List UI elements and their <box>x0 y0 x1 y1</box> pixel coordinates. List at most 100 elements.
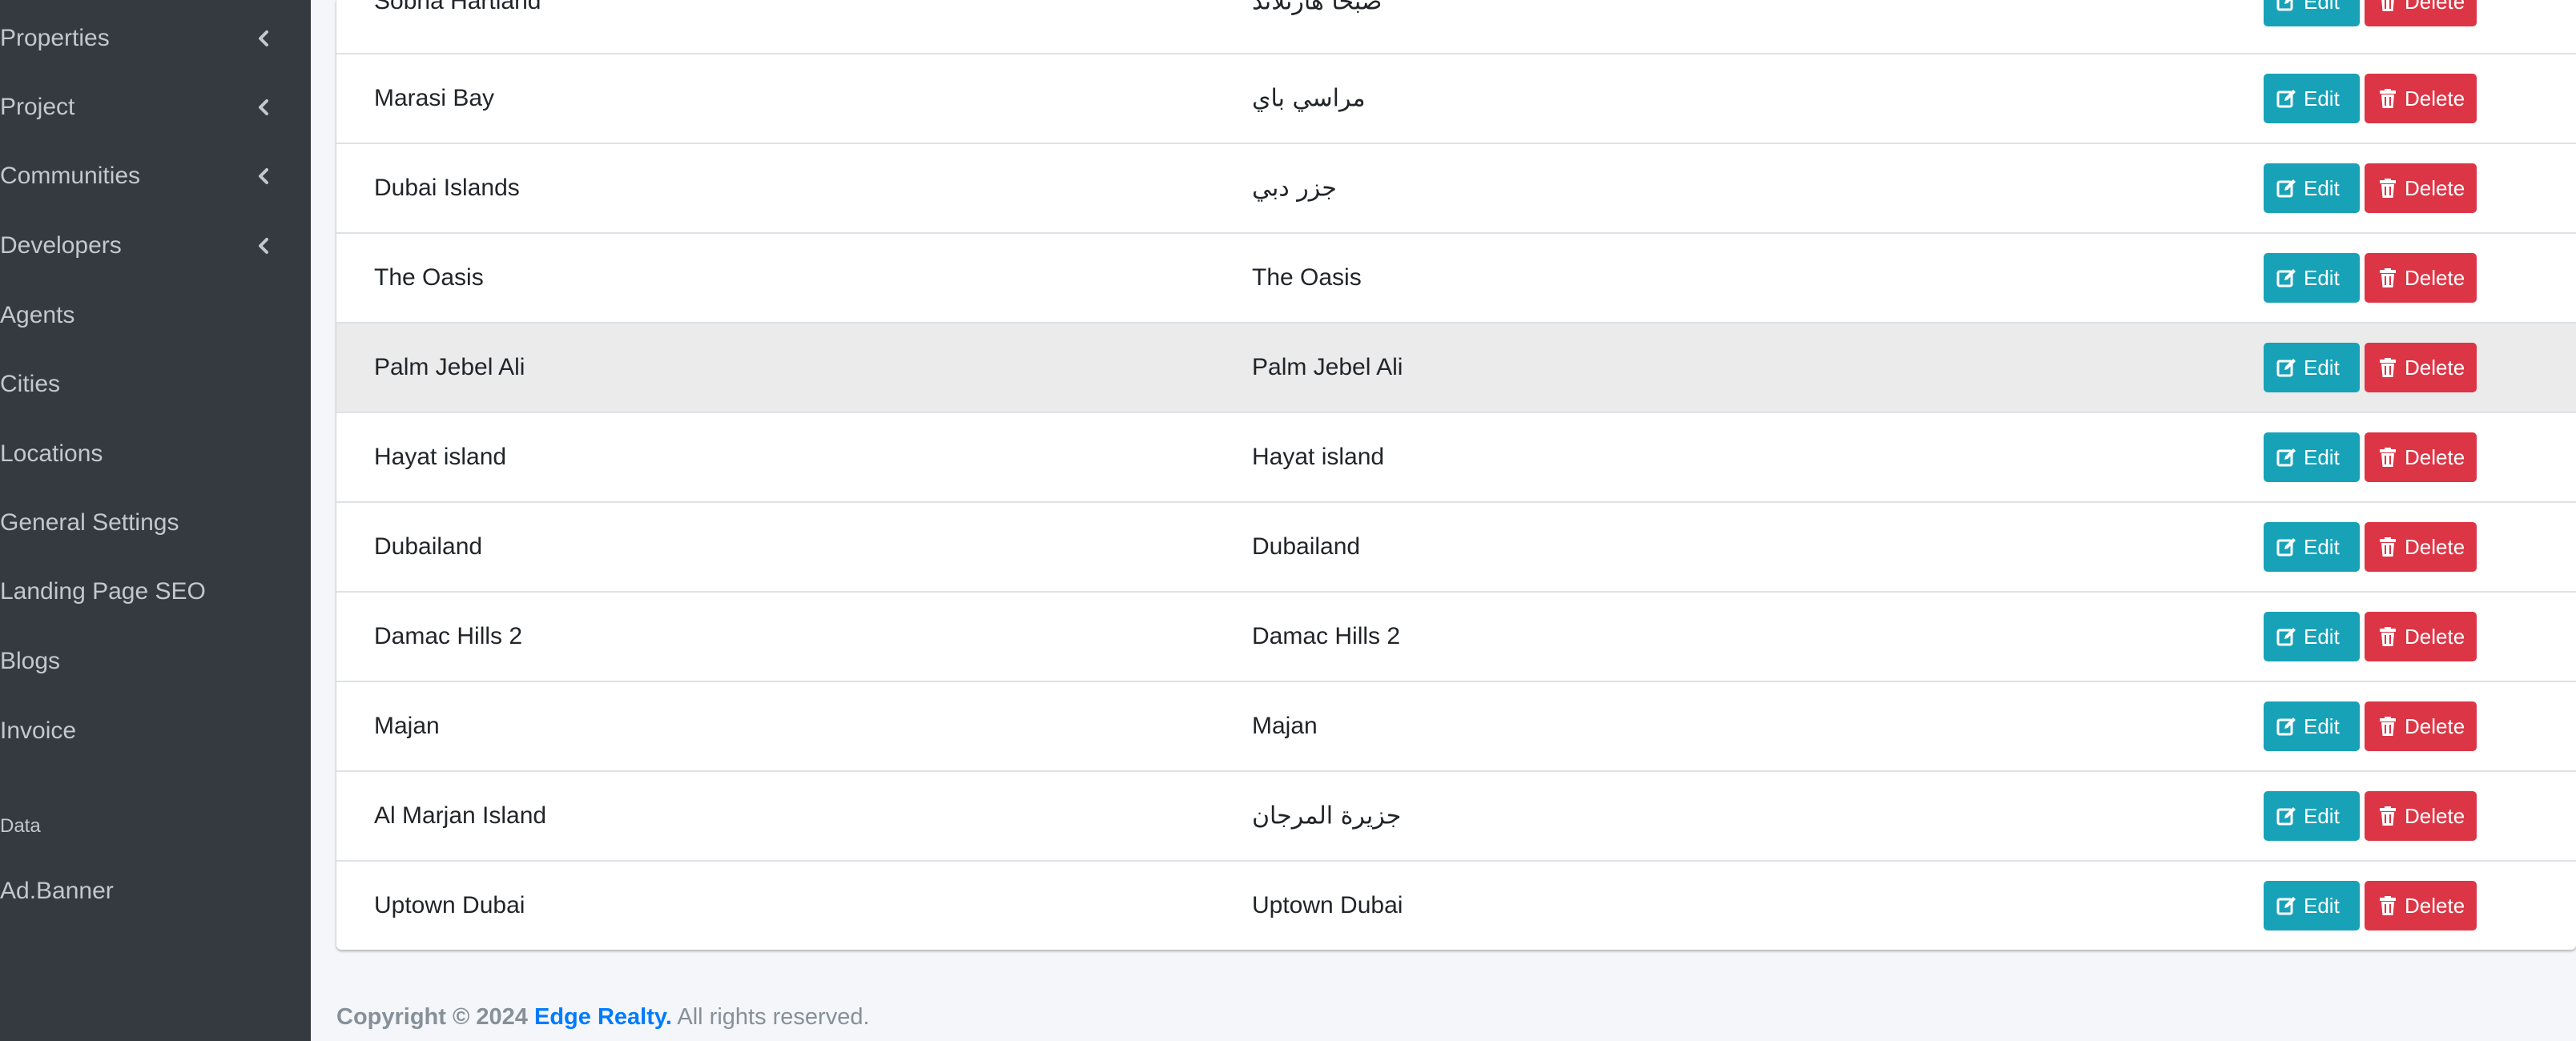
trash-icon <box>2380 896 2396 915</box>
delete-button[interactable]: Delete <box>2365 522 2477 572</box>
delete-button-label: Delete <box>2405 444 2465 469</box>
delete-button[interactable]: Delete <box>2365 701 2477 751</box>
table-row: Damac Hills 2 Damac Hills 2 Edit Delete <box>336 591 2576 681</box>
table-row: Marasi Bay مراسي باي Edit Delete <box>336 53 2576 143</box>
edit-button[interactable]: Edit <box>2264 701 2360 751</box>
table-row: The Oasis The Oasis Edit Delete <box>336 232 2576 322</box>
sidebar-item-label: Developers <box>0 232 122 259</box>
community-name-arabic: صبحا هارتلاند <box>1252 0 1383 16</box>
edit-button[interactable]: Edit <box>2264 343 2360 392</box>
edit-button[interactable]: Edit <box>2264 74 2360 123</box>
edit-button-label: Edit <box>2304 444 2340 469</box>
delete-button[interactable]: Delete <box>2365 612 2477 661</box>
sidebar-item-label: Landing Page SEO <box>0 578 206 605</box>
delete-button-label: Delete <box>2405 355 2465 380</box>
sidebar-item-developers[interactable]: Developers <box>0 222 311 270</box>
edit-button[interactable]: Edit <box>2264 0 2360 26</box>
edit-icon <box>2276 269 2296 287</box>
community-name: Dubai Islands <box>374 175 520 201</box>
delete-button[interactable]: Delete <box>2365 343 2477 392</box>
trash-icon <box>2380 806 2396 826</box>
edit-button-label: Edit <box>2304 355 2340 380</box>
footer-rights: All rights reserved. <box>677 1004 870 1030</box>
footer-copyright: Copyright © 2024 <box>336 1004 528 1030</box>
trash-icon <box>2380 627 2396 646</box>
community-name: Dubailand <box>374 533 483 560</box>
edit-icon <box>2276 0 2293 11</box>
edit-button-label: Edit <box>2304 534 2340 559</box>
chevron-left-icon <box>259 99 268 115</box>
delete-button-label: Delete <box>2405 86 2465 111</box>
edit-button[interactable]: Edit <box>2264 791 2360 841</box>
edit-button[interactable]: Edit <box>2264 612 2360 661</box>
edit-button[interactable]: Edit <box>2264 253 2360 303</box>
community-name-arabic: Dubailand <box>1252 533 1361 560</box>
delete-button-label: Delete <box>2405 175 2465 200</box>
edit-icon <box>2276 538 2296 557</box>
sidebar-item-agents[interactable]: Agents <box>0 291 311 340</box>
edit-button-label: Edit <box>2304 175 2340 200</box>
sidebar-item-blogs[interactable]: Blogs <box>0 637 311 685</box>
edit-button-label: Edit <box>2304 803 2340 828</box>
trash-icon <box>2380 717 2396 736</box>
footer-brand-link[interactable]: Edge Realty. <box>534 1004 672 1030</box>
delete-button[interactable]: Delete <box>2365 253 2477 303</box>
edit-icon <box>2276 90 2296 108</box>
trash-icon <box>2380 268 2396 287</box>
table-row: Sobha Hartland صبحا هارتلاند Edit Delete <box>336 0 2576 46</box>
table-row: Uptown Dubai Uptown Dubai Edit Delete <box>336 860 2576 950</box>
sidebar-item-label: Ad.Banner <box>0 878 114 904</box>
edit-icon <box>2276 807 2296 826</box>
sidebar-item-label: General Settings <box>0 509 179 536</box>
sidebar-item-label: Communities <box>0 163 141 189</box>
sidebar-item-general-settings[interactable]: General Settings <box>0 499 311 547</box>
edit-button[interactable]: Edit <box>2264 522 2360 572</box>
sidebar-item-cities[interactable]: Cities <box>0 360 311 408</box>
sidebar-item-label: Project <box>0 94 75 120</box>
sidebar-item-landing-page-seo[interactable]: Landing Page SEO <box>0 568 311 616</box>
trash-icon <box>2380 89 2396 108</box>
trash-icon <box>2380 358 2396 377</box>
sidebar-item-project[interactable]: Project <box>0 83 311 131</box>
community-name: Sobha Hartland <box>374 0 541 14</box>
delete-button[interactable]: Delete <box>2365 0 2477 26</box>
sidebar-item-ad-banner[interactable]: Ad.Banner <box>0 867 311 915</box>
community-name: The Oasis <box>374 264 484 291</box>
edit-button[interactable]: Edit <box>2264 432 2360 482</box>
sidebar-item-invoice[interactable]: Invoice <box>0 707 311 755</box>
community-name-arabic: مراسي باي <box>1252 84 1366 113</box>
sidebar-item-communities[interactable]: Communities <box>0 152 311 200</box>
sidebar-item-locations[interactable]: Locations <box>0 430 311 478</box>
sidebar-item-label: Cities <box>0 371 61 397</box>
sidebar-item-properties[interactable]: Properties <box>0 14 311 62</box>
delete-button[interactable]: Delete <box>2365 74 2477 123</box>
delete-button[interactable]: Delete <box>2365 432 2477 482</box>
community-name: Majan <box>374 713 440 739</box>
trash-icon <box>2380 179 2396 198</box>
edit-icon <box>2276 448 2296 467</box>
chevron-left-icon <box>259 30 268 46</box>
chevron-left-icon <box>259 168 268 184</box>
edit-button-label: Edit <box>2304 0 2340 14</box>
edit-button[interactable]: Edit <box>2264 163 2360 213</box>
trash-icon <box>2380 448 2396 467</box>
edit-button-label: Edit <box>2304 86 2340 111</box>
table-row: Dubai Islands جزر دبي Edit Delete <box>336 143 2576 232</box>
delete-button[interactable]: Delete <box>2365 791 2477 841</box>
table-row: Palm Jebel Ali Palm Jebel Ali Edit Delete <box>336 322 2576 412</box>
edit-button-label: Edit <box>2304 713 2340 738</box>
edit-icon <box>2276 359 2296 377</box>
edit-button-label: Edit <box>2304 893 2340 918</box>
edit-button[interactable]: Edit <box>2264 881 2360 930</box>
community-name-arabic: Damac Hills 2 <box>1252 623 1401 649</box>
delete-button[interactable]: Delete <box>2365 881 2477 930</box>
community-name: Marasi Bay <box>374 85 495 111</box>
sidebar-section-header: Data <box>0 815 41 837</box>
delete-button-label: Delete <box>2405 624 2465 649</box>
sidebar-item-label: Invoice <box>0 717 77 744</box>
sidebar-item-label: Properties <box>0 25 110 51</box>
delete-button-label: Delete <box>2405 893 2465 918</box>
delete-button[interactable]: Delete <box>2365 163 2477 213</box>
delete-button-label: Delete <box>2405 0 2465 14</box>
table-row: Majan Majan Edit Delete <box>336 681 2576 770</box>
